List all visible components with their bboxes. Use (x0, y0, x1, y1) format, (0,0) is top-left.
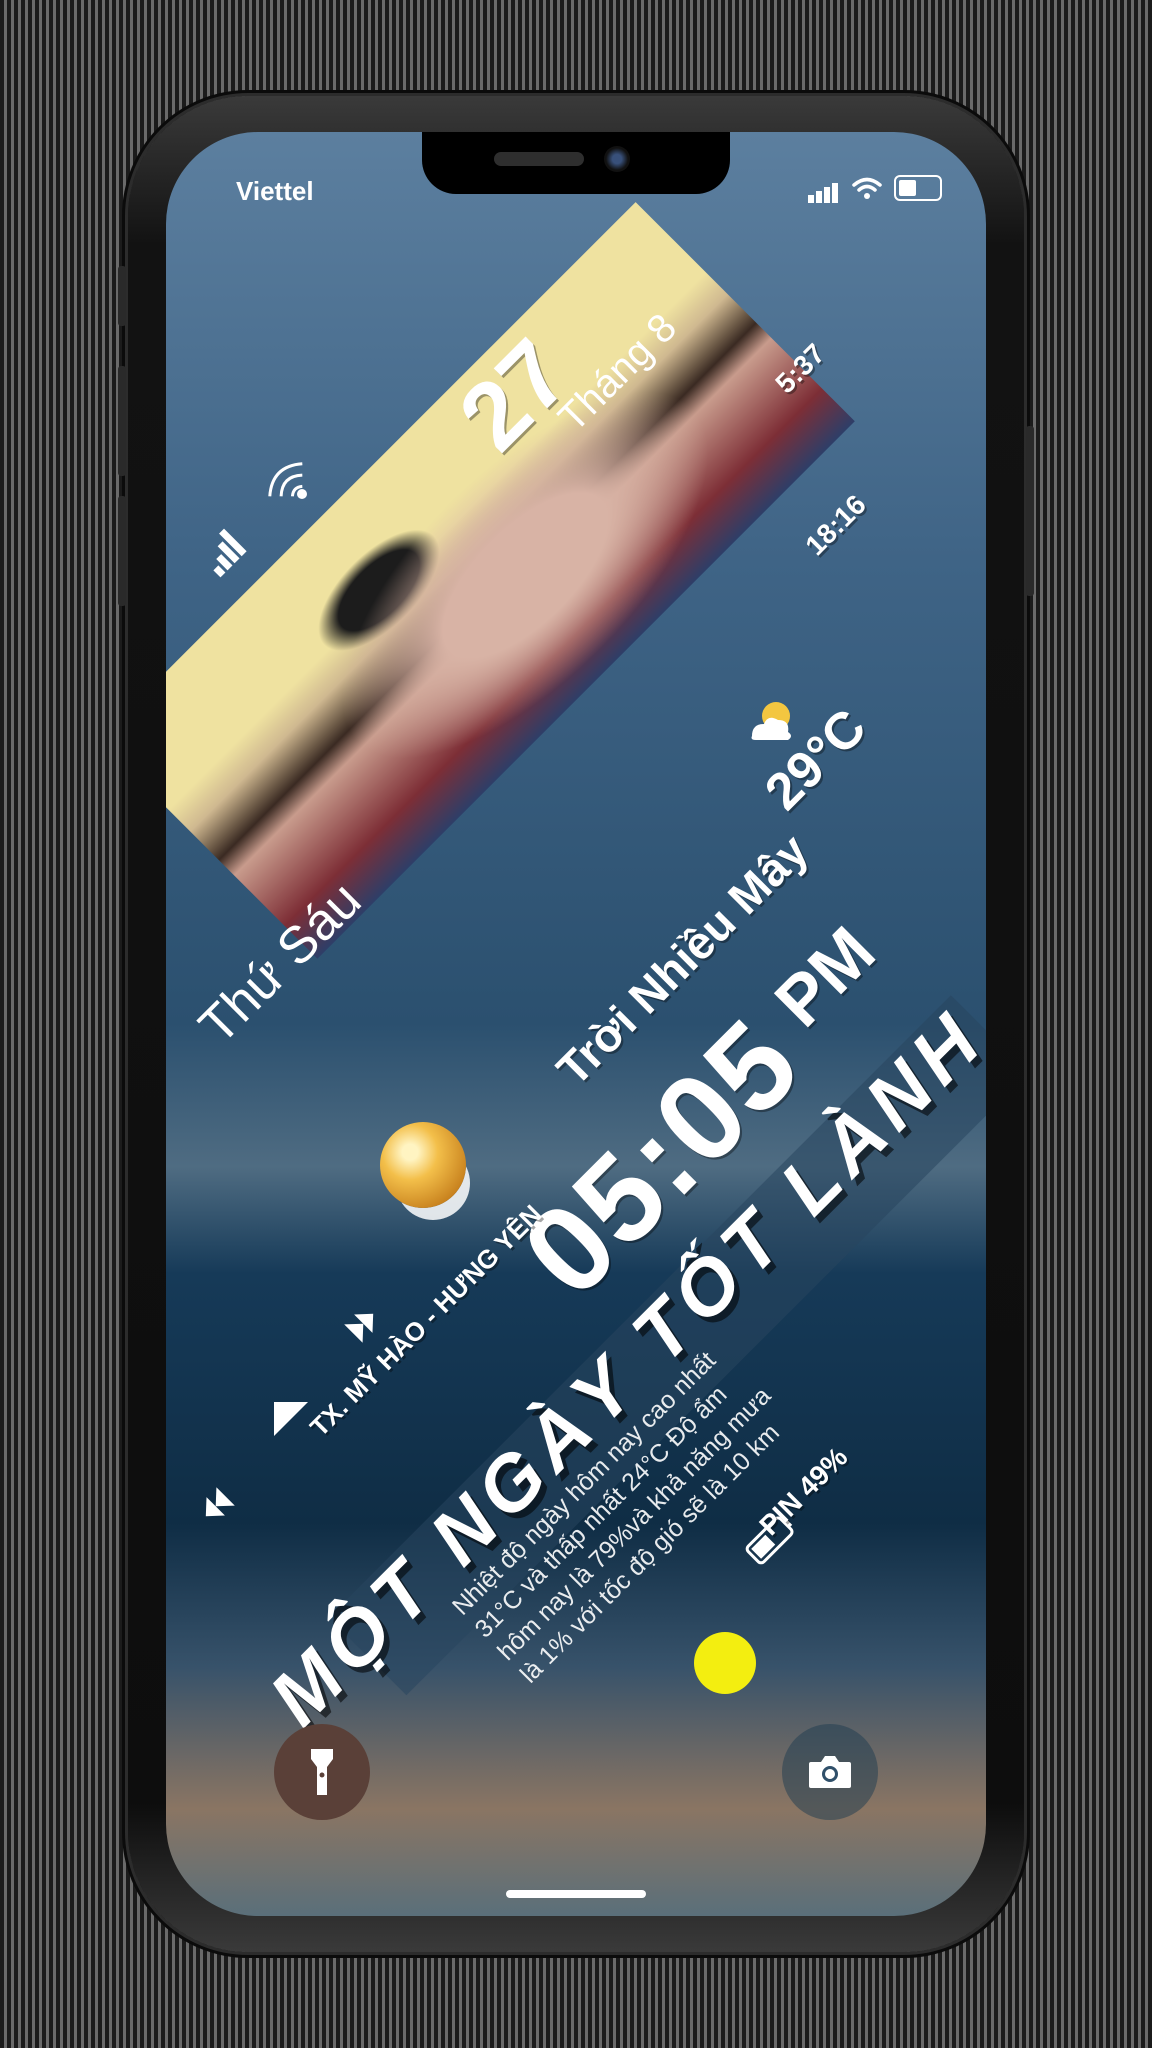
cellular-signal-icon (808, 172, 840, 203)
wallpaper-photo-band (166, 202, 855, 959)
battery-icon (894, 174, 942, 201)
volume-up-button (118, 366, 126, 476)
power-button (1026, 426, 1034, 596)
carrier-name: Viettel (236, 176, 314, 206)
sun-ball-icon (380, 1122, 466, 1208)
next-track-icon[interactable] (341, 1300, 387, 1346)
notch (422, 132, 730, 194)
wifi-icon (852, 177, 882, 199)
lock-screen: Viettel 27 Tháng 8 5:37 18:16 Thứ Sáu 29… (166, 132, 986, 1916)
volume-down-button (118, 496, 126, 606)
cellular-signal-icon (213, 528, 247, 578)
yellow-dot (694, 1632, 756, 1694)
front-camera (604, 146, 630, 172)
flashlight-button[interactable] (274, 1724, 370, 1820)
sunset-time: 18:16 (799, 488, 872, 562)
previous-track-icon[interactable] (192, 1484, 238, 1530)
wifi-icon (268, 462, 307, 499)
play-icon[interactable] (264, 1394, 314, 1444)
cloudy-weather-icon (751, 702, 791, 740)
home-indicator[interactable] (506, 1890, 646, 1898)
clock-ampm: PM (760, 911, 890, 1042)
phone-frame: Viettel 27 Tháng 8 5:37 18:16 Thứ Sáu 29… (118, 96, 1034, 1952)
flashlight-icon (311, 1749, 333, 1795)
status-icons (808, 172, 942, 203)
mute-switch (118, 266, 126, 326)
camera-icon (809, 1756, 851, 1788)
earpiece-speaker (494, 152, 584, 166)
camera-button[interactable] (782, 1724, 878, 1820)
